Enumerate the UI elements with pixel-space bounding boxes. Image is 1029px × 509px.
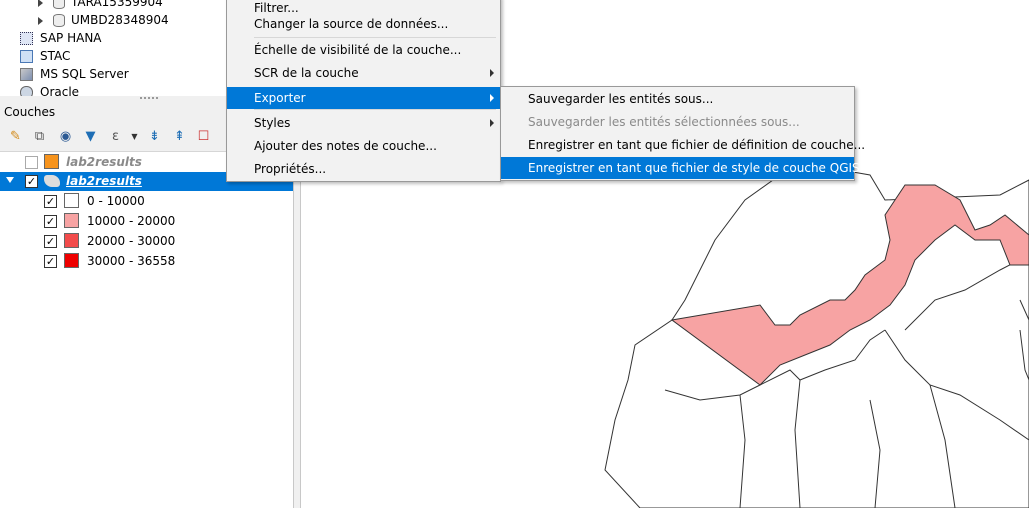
legend-swatch [64,253,79,268]
menu-item-add-notes[interactable]: Ajouter des notes de couche... [227,135,500,157]
layer-visibility-checkbox[interactable]: ✓ [25,175,38,188]
legend-checkbox[interactable]: ✓ [44,255,57,268]
menu-separator [254,37,496,38]
database-icon [53,0,65,9]
add-group-icon[interactable]: ⧉ [32,129,47,144]
submenu-item-save-selected: Sauvegarder les entités sélectionnées so… [528,115,800,129]
legend-swatch [64,233,79,248]
browser-item[interactable]: UMBD28348904 [38,11,169,29]
export-submenu: Sauvegarder les entités sous... Sauvegar… [500,86,871,181]
browser-item[interactable]: TARA15359904 [38,0,163,11]
submenu-arrow-icon [490,94,494,102]
filter-icon[interactable]: ▼ [83,129,98,144]
menu-item-properties[interactable]: Propriétés... [227,158,500,180]
menu-item-export[interactable]: Exporter [227,87,500,109]
expand-arrow-icon[interactable] [38,0,43,7]
browser-item-mssql[interactable]: MS SQL Server [20,65,129,83]
dropdown-arrow-icon[interactable]: ▼ [127,129,142,144]
submenu-arrow-icon [490,119,494,127]
submenu-arrow-icon [490,69,494,77]
layers-tree: lab2results ✓ lab2results ✓ 0 - 10000 ✓ … [0,151,293,509]
style-brush-icon[interactable]: ✎ [8,129,23,144]
legend-label: 10000 - 20000 [87,214,176,228]
menu-item-styles[interactable]: Styles [227,112,500,134]
database-icon [53,14,65,27]
legend-item[interactable]: ✓ 20000 - 30000 [0,231,293,251]
menu-item-visibility-scale[interactable]: Échelle de visibilité de la couche... [227,39,500,61]
layer-name: lab2results [66,155,142,169]
menu-item-change-source[interactable]: Changer la source de données... [227,13,500,35]
polygon-layer-icon [44,175,60,187]
layer-name: lab2results [66,174,142,188]
submenu-item-save-definition[interactable]: Enregistrer en tant que fichier de défin… [501,134,865,156]
mssql-icon [20,68,33,81]
legend-swatch [64,213,79,228]
remove-layer-icon[interactable]: ☐ [196,129,211,144]
legend-checkbox[interactable]: ✓ [44,235,57,248]
sap-hana-icon [20,32,33,45]
legend-item[interactable]: ✓ 10000 - 20000 [0,211,293,231]
legend-swatch [64,193,79,208]
layer-context-menu: Filtrer... Changer la source de données.… [226,0,501,182]
legend-label: 30000 - 36558 [87,254,176,268]
menu-separator [254,109,496,110]
collapse-all-icon[interactable]: ⇞ [172,129,187,144]
layer-symbol-swatch [44,154,59,169]
legend-checkbox[interactable]: ✓ [44,215,57,228]
legend-checkbox[interactable]: ✓ [44,195,57,208]
layer-visibility-checkbox[interactable] [25,156,38,169]
collapse-arrow-icon[interactable] [6,177,14,183]
submenu-item-save-features[interactable]: Sauvegarder les entités sous... [501,88,854,110]
expression-filter-icon[interactable]: ε [108,129,123,144]
menu-item-layer-crs[interactable]: SCR de la couche [227,62,500,84]
submenu-item-save-qgis-style[interactable]: Enregistrer en tant que fichier de style… [501,157,871,179]
expand-all-icon[interactable]: ⇟ [147,129,162,144]
legend-label: 0 - 10000 [87,194,145,208]
legend-item[interactable]: ✓ 30000 - 36558 [0,251,293,271]
legend-label: 20000 - 30000 [87,234,176,248]
legend-item[interactable]: ✓ 0 - 10000 [0,191,293,211]
expand-arrow-icon[interactable] [38,16,43,25]
visibility-eye-icon[interactable]: ◉ [58,129,73,144]
browser-item-sap-hana[interactable]: SAP HANA [20,29,102,47]
browser-item-stac[interactable]: STAC [20,47,70,65]
stac-icon [20,50,33,63]
